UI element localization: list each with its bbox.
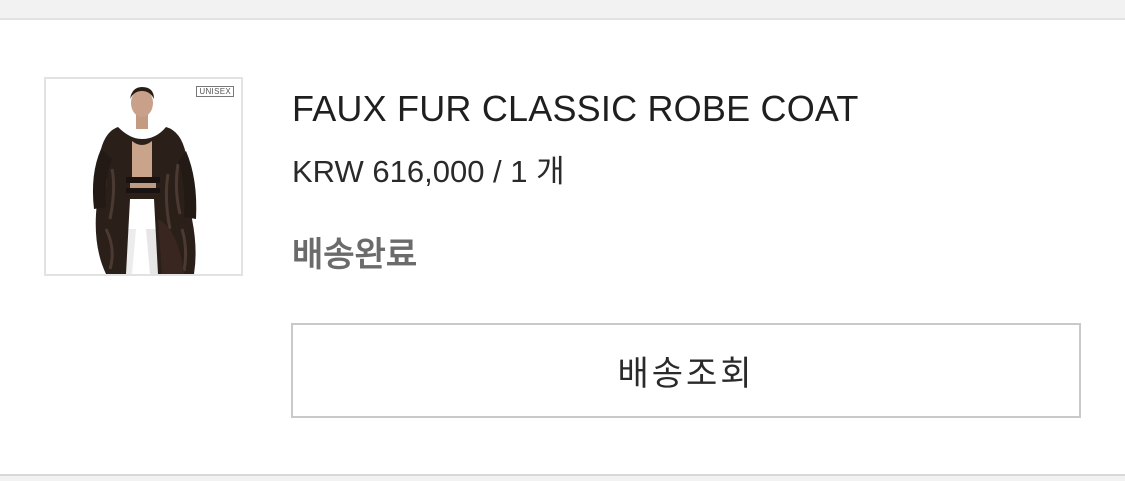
section-divider-top (0, 0, 1125, 20)
product-name[interactable]: FAUX FUR CLASSIC ROBE COAT (292, 88, 859, 130)
product-thumbnail[interactable]: UNISEX (44, 77, 243, 276)
order-item-card: UNISEX FAUX FUR CLASSIC ROBE COAT KRW 61… (0, 20, 1125, 474)
track-shipment-button[interactable]: 배송조회 (291, 323, 1081, 418)
order-page: UNISEX FAUX FUR CLASSIC ROBE COAT KRW 61… (0, 0, 1125, 481)
product-image (92, 87, 197, 274)
delivery-status: 배송완료 (292, 236, 418, 274)
section-divider-bottom (0, 474, 1125, 481)
price-quantity: KRW 616,000 / 1 개 (292, 154, 565, 189)
unisex-tag: UNISEX (196, 86, 234, 97)
